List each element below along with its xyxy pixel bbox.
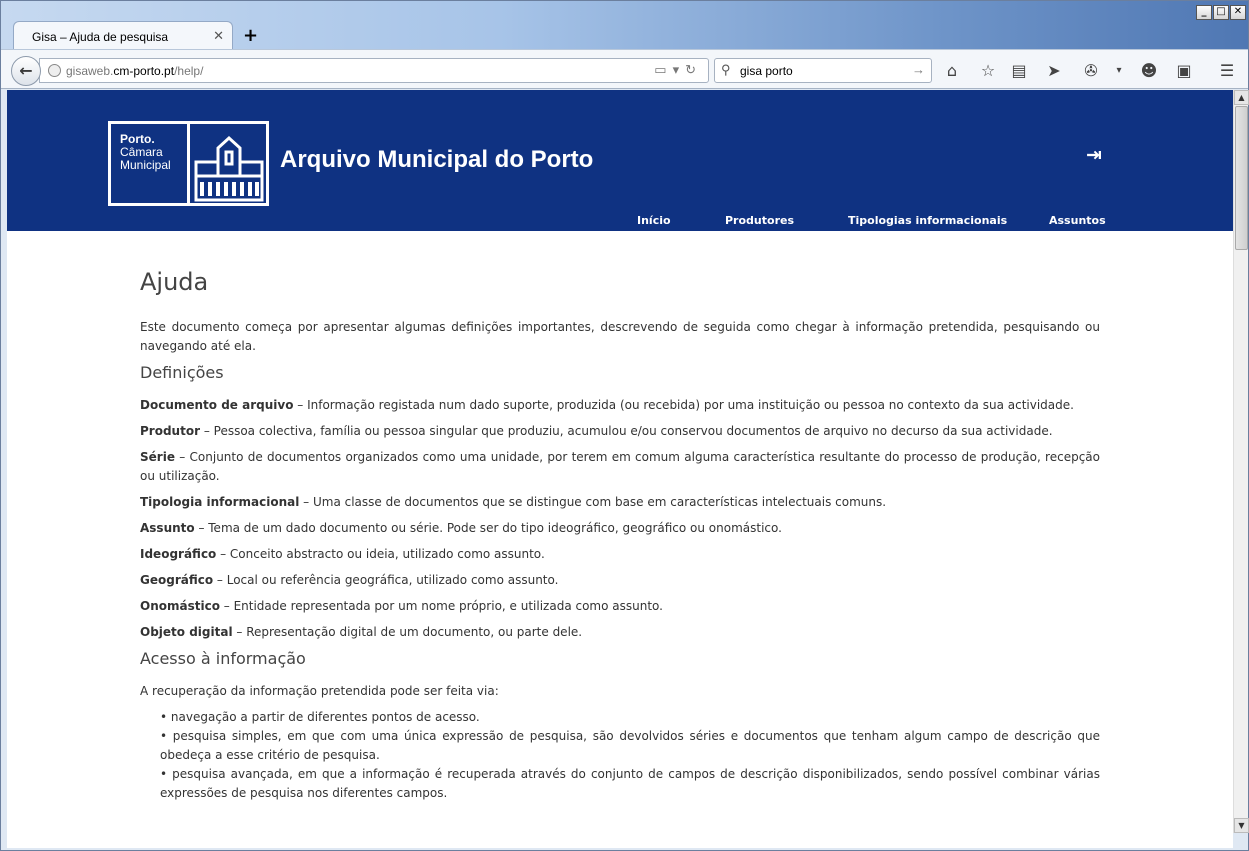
login-icon[interactable]: ⇥ (1086, 144, 1102, 166)
bookmarks-menu-icon[interactable]: ▤ (1008, 60, 1030, 82)
definition-item: Onomástico – Entidade representada por u… (140, 597, 1100, 616)
definition-text: – Conjunto de documentos organizados com… (140, 450, 1100, 483)
definition-text: – Conceito abstracto ou ideia, utilizado… (216, 547, 545, 561)
search-value: gisa porto (740, 64, 793, 78)
title-bar: _ □ ✕ Gisa – Ajuda de pesquisa ✕ + (1, 1, 1248, 50)
url-path: /help/ (174, 64, 204, 78)
definition-text: – Uma classe de documentos que se distin… (299, 495, 887, 509)
list-item: pesquisa simples, em que com uma única e… (160, 727, 1100, 765)
definition-text: – Entidade representada por um nome próp… (219, 599, 663, 613)
url-bar[interactable]: gisaweb.cm-porto.pt/help/ ▭▾↻ (39, 58, 709, 83)
definition-term: Produtor (140, 424, 200, 438)
search-input[interactable]: ⚲ gisa porto → (714, 58, 932, 83)
screenshot-icon[interactable]: ▣ (1173, 60, 1195, 82)
menu-icon[interactable]: ☰ (1216, 60, 1238, 82)
back-button[interactable]: ← (11, 56, 41, 86)
page-title: Ajuda (140, 268, 209, 296)
building-icon (194, 135, 264, 202)
close-window-button[interactable]: ✕ (1230, 5, 1246, 20)
access-heading: Acesso à informação (140, 649, 306, 668)
definition-term: Geográfico (140, 573, 214, 587)
tab-title: Gisa – Ajuda de pesquisa (32, 30, 169, 44)
definition-item: Produtor – Pessoa colectiva, família ou … (140, 422, 1100, 441)
minimize-button[interactable]: _ (1196, 5, 1212, 20)
url-prefix: gisaweb. (66, 64, 114, 78)
porto-logo[interactable]: Porto. Câmara Municipal (108, 121, 269, 206)
definition-text: – Tema de um dado documento ou série. Po… (194, 521, 782, 535)
intro-text: Este documento começa por apresentar alg… (140, 320, 1100, 353)
nav-tipologias[interactable]: Tipologias informacionais (848, 214, 1007, 227)
bookmark-star-icon[interactable]: ☆ (977, 60, 999, 82)
maximize-button[interactable]: □ (1213, 5, 1229, 20)
definition-text: – Representação digital de um documento,… (232, 625, 583, 639)
search-go-icon[interactable]: → (912, 62, 925, 77)
definition-item: Ideográfico – Conceito abstracto ou idei… (140, 545, 1100, 564)
definition-term: Assunto (140, 521, 195, 535)
definitions-heading: Definições (140, 363, 224, 382)
list-item: pesquisa avançada, em que a informação é… (160, 765, 1100, 803)
search-icon: ⚲ (721, 62, 731, 77)
definition-item: Tipologia informacional – Uma classe de … (140, 493, 1100, 512)
logo-text: Porto. Câmara Municipal (120, 132, 171, 172)
scroll-thumb[interactable] (1235, 106, 1248, 250)
browser-window: _ □ ✕ Gisa – Ajuda de pesquisa ✕ + gisaw… (0, 0, 1249, 851)
site-header: Porto. Câmara Municipal Arquivo Municipa… (7, 90, 1233, 231)
globe-icon (48, 64, 61, 77)
definition-term: Tipologia informacional (140, 495, 300, 509)
nav-assuntos[interactable]: Assuntos (1049, 214, 1106, 227)
url-domain: cm-porto.pt (113, 64, 175, 78)
list-item: navegação a partir de diferentes pontos … (160, 708, 1100, 727)
home-icon[interactable]: ⌂ (941, 60, 963, 82)
new-tab-button[interactable]: + (243, 25, 258, 46)
definitions-list: Documento de arquivo – Informação regist… (140, 396, 1100, 642)
extension-icon[interactable]: ✇ (1080, 60, 1102, 82)
nav-produtores[interactable]: Produtores (725, 214, 794, 227)
definition-item: Série – Conjunto de documentos organizad… (140, 448, 1100, 486)
nav-inicio[interactable]: Início (637, 214, 671, 227)
definition-text: – Informação registada num dado suporte,… (293, 398, 1074, 412)
dropdown-icon[interactable]: ▾ (1108, 60, 1130, 82)
definition-item: Objeto digital – Representação digital d… (140, 623, 1100, 642)
scroll-down-icon[interactable]: ▼ (1234, 818, 1249, 833)
definition-term: Ideográfico (140, 547, 217, 561)
page-viewport: Porto. Câmara Municipal Arquivo Municipa… (7, 90, 1233, 848)
site-title[interactable]: Arquivo Municipal do Porto (280, 146, 593, 174)
navigation-toolbar: gisaweb.cm-porto.pt/help/ ▭▾↻ ← ⚲ gisa p… (1, 49, 1248, 89)
vertical-scrollbar[interactable]: ▲ ▼ (1233, 90, 1249, 833)
definition-text: – Pessoa colectiva, família ou pessoa si… (200, 424, 1053, 438)
access-list: navegação a partir de diferentes pontos … (160, 708, 1100, 803)
definition-term: Objeto digital (140, 625, 233, 639)
tab-active[interactable]: Gisa – Ajuda de pesquisa ✕ (13, 21, 233, 50)
tab-close-icon[interactable]: ✕ (213, 28, 224, 44)
definition-text: – Local ou referência geográfica, utiliz… (213, 573, 559, 587)
main-content: Ajuda Este documento começa por apresent… (140, 268, 1100, 803)
definition-item: Documento de arquivo – Informação regist… (140, 396, 1100, 415)
access-intro: A recuperação da informação pretendida p… (140, 684, 499, 698)
chat-icon[interactable]: ☻ (1138, 60, 1160, 82)
scroll-up-icon[interactable]: ▲ (1234, 90, 1249, 105)
reader-reload-icons[interactable]: ▭▾↻ (654, 62, 702, 78)
definition-term: Onomástico (140, 599, 220, 613)
send-icon[interactable]: ➤ (1043, 60, 1065, 82)
definition-item: Assunto – Tema de um dado documento ou s… (140, 519, 1100, 538)
definition-item: Geográfico – Local ou referência geográf… (140, 571, 1100, 590)
back-arrow-icon: ← (19, 61, 33, 80)
definition-term: Série (140, 450, 175, 464)
definition-term: Documento de arquivo (140, 398, 294, 412)
